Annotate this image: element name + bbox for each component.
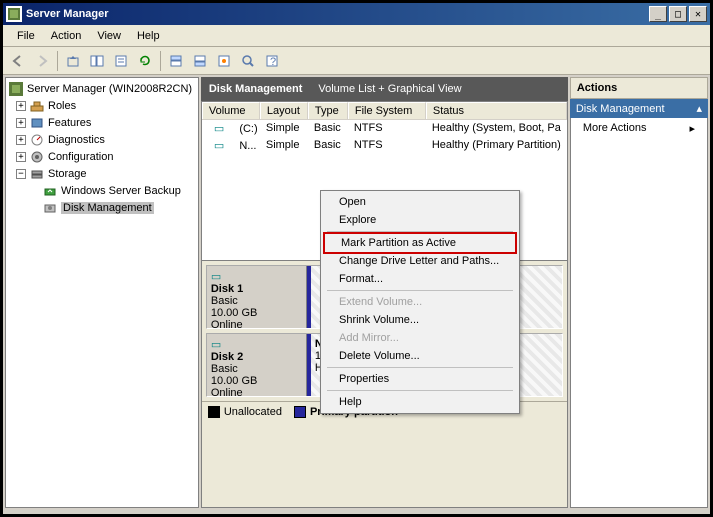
legend-swatch-primary — [294, 406, 306, 418]
ctx-mark-active[interactable]: Mark Partition as Active — [325, 234, 515, 252]
back-button[interactable] — [7, 50, 29, 72]
center-header: Disk Management Volume List + Graphical … — [201, 77, 568, 101]
volume-header: Volume Layout Type File System Status — [202, 102, 567, 120]
up-button[interactable] — [62, 50, 84, 72]
tree-storage[interactable]: − Storage — [8, 165, 196, 182]
col-volume[interactable]: Volume — [202, 102, 260, 119]
ctx-change-letter[interactable]: Change Drive Letter and Paths... — [323, 252, 517, 270]
disk-info: ▭ Disk 2 Basic 10.00 GB Online — [207, 334, 307, 396]
tree-configuration[interactable]: + Configuration — [8, 148, 196, 165]
disk-info: ▭ Disk 1 Basic 10.00 GB Online — [207, 266, 307, 328]
menu-action[interactable]: Action — [43, 28, 90, 44]
menubar: File Action View Help — [3, 25, 710, 47]
close-button[interactable]: ✕ — [689, 6, 707, 22]
volume-row[interactable]: ▭ (C:) Simple Basic NTFS Healthy (System… — [202, 120, 567, 137]
tree-diagnostics[interactable]: + Diagnostics — [8, 131, 196, 148]
volume-row[interactable]: ▭ N... Simple Basic NTFS Healthy (Primar… — [202, 137, 567, 154]
col-type[interactable]: Type — [308, 102, 348, 119]
menu-file[interactable]: File — [9, 28, 43, 44]
app-icon — [6, 6, 22, 22]
ctx-help[interactable]: Help — [323, 393, 517, 411]
find-button[interactable] — [237, 50, 259, 72]
center-subtitle: Volume List + Graphical View — [318, 83, 461, 95]
properties-button[interactable] — [110, 50, 132, 72]
tree-diskmgmt[interactable]: Disk Management — [8, 199, 196, 216]
show-hide-button[interactable] — [86, 50, 108, 72]
ctx-shrink[interactable]: Shrink Volume... — [323, 311, 517, 329]
center-title: Disk Management — [209, 83, 303, 95]
ctx-format[interactable]: Format... — [323, 270, 517, 288]
view-bottom-button[interactable] — [189, 50, 211, 72]
context-menu: Open Explore Mark Partition as Active Ch… — [320, 190, 520, 414]
maximize-button[interactable]: □ — [669, 6, 687, 22]
settings-button[interactable] — [213, 50, 235, 72]
tree-roles[interactable]: + Roles — [8, 97, 196, 114]
refresh-button[interactable] — [134, 50, 156, 72]
forward-button[interactable] — [31, 50, 53, 72]
disk-icon: ▭ — [211, 339, 221, 351]
ctx-delete[interactable]: Delete Volume... — [323, 347, 517, 365]
svg-text:?: ? — [270, 56, 276, 68]
expand-icon[interactable]: + — [16, 101, 26, 111]
ctx-explore[interactable]: Explore — [323, 211, 517, 229]
legend-swatch-unallocated — [208, 406, 220, 418]
ctx-extend: Extend Volume... — [323, 293, 517, 311]
ctx-open[interactable]: Open — [323, 193, 517, 211]
col-layout[interactable]: Layout — [260, 102, 308, 119]
chevron-up-icon: ▴ — [696, 102, 702, 115]
tree-root[interactable]: Server Manager (WIN2008R2CN) — [8, 80, 196, 97]
expand-icon[interactable]: + — [16, 118, 26, 128]
expand-icon[interactable]: + — [16, 152, 26, 162]
collapse-icon[interactable]: − — [16, 169, 26, 179]
actions-pane: Actions Disk Management ▴ More Actions ▸ — [570, 77, 708, 508]
expand-icon[interactable]: + — [16, 135, 26, 145]
minimize-button[interactable]: _ — [649, 6, 667, 22]
menu-view[interactable]: View — [89, 28, 129, 44]
col-filesystem[interactable]: File System — [348, 102, 426, 119]
actions-title: Actions — [570, 77, 708, 99]
tree-features[interactable]: + Features — [8, 114, 196, 131]
more-actions[interactable]: More Actions ▸ — [571, 118, 707, 139]
titlebar: Server Manager _ □ ✕ — [3, 3, 710, 25]
ctx-mirror: Add Mirror... — [323, 329, 517, 347]
tree-root-label: Server Manager (WIN2008R2CN) — [27, 83, 192, 95]
drive-icon: ▭ — [208, 122, 230, 136]
col-status[interactable]: Status — [426, 102, 567, 119]
view-top-button[interactable] — [165, 50, 187, 72]
tree-pane: Server Manager (WIN2008R2CN) + Roles + F… — [5, 77, 199, 508]
chevron-right-icon: ▸ — [689, 122, 695, 135]
toolbar: ? — [3, 47, 710, 75]
tree-backup[interactable]: Windows Server Backup — [8, 182, 196, 199]
menu-help[interactable]: Help — [129, 28, 168, 44]
help-button[interactable]: ? — [261, 50, 283, 72]
drive-icon: ▭ — [208, 139, 230, 153]
ctx-properties[interactable]: Properties — [323, 370, 517, 388]
actions-section[interactable]: Disk Management ▴ — [570, 99, 708, 118]
window-title: Server Manager — [26, 8, 649, 20]
disk-icon: ▭ — [211, 271, 221, 283]
